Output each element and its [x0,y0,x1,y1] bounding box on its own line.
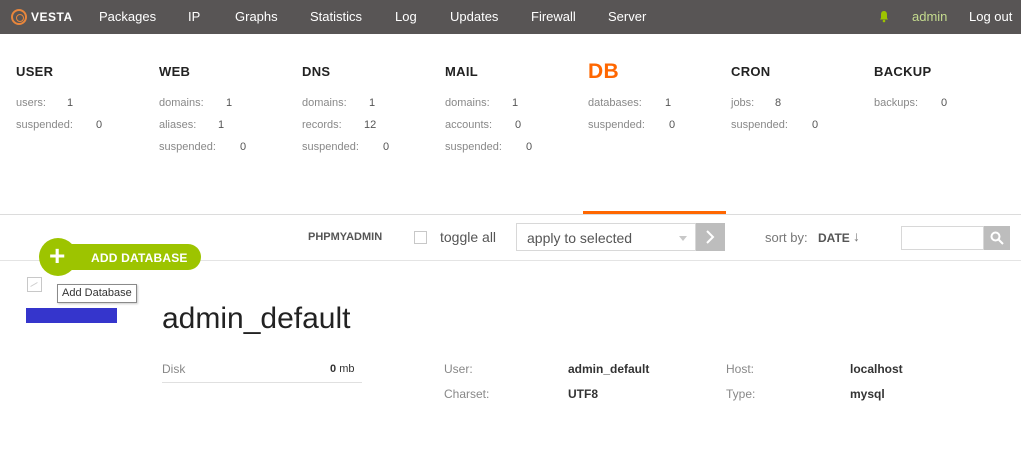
user-menu-admin[interactable]: admin [912,9,947,24]
sort-direction-icon[interactable]: ↓ [853,228,860,244]
stat-tab-mail[interactable]: MAIL domains: 1 accounts: 0 suspended: 0 [445,64,585,153]
chevron-right-icon [706,230,715,244]
stat-row-domains: domains: 1 [159,97,233,109]
stat-row-suspended: suspended: 0 [445,141,533,153]
stat-row-aliases: aliases: 1 [159,119,225,131]
top-navigation-bar: VESTA Packages IP Graphs Statistics Log … [0,0,1021,34]
vesta-logo[interactable]: VESTA [11,7,73,27]
stat-row-domains: domains: 1 [302,97,376,109]
add-database-tooltip: Add Database [57,284,137,303]
host-value: localhost [850,362,903,376]
nav-log[interactable]: Log [395,9,417,24]
database-name[interactable]: admin_default [162,302,350,336]
toggle-all-checkbox[interactable] [414,231,427,244]
search-button[interactable] [984,226,1010,250]
add-database-label: ADD DATABASE [91,251,188,265]
user-label: User: [444,362,473,376]
bulk-action-selected: apply to selected [527,230,633,246]
sort-by-label: sort by: [765,230,808,245]
stat-tab-backup[interactable]: BACKUP backups: 0 [874,64,1014,109]
logout-link[interactable]: Log out [969,9,1012,24]
stat-row-suspended: suspended: 0 [588,119,676,131]
nav-graphs[interactable]: Graphs [235,9,278,24]
vesta-logo-icon [11,9,27,25]
user-value: admin_default [568,362,650,376]
nav-firewall[interactable]: Firewall [531,9,576,24]
search-input[interactable] [901,226,984,250]
stat-title-dns: DNS [302,64,331,79]
stat-title-cron: CRON [731,64,771,79]
type-label: Type: [726,387,756,401]
nav-updates[interactable]: Updates [450,9,498,24]
add-database-button[interactable]: + ADD DATABASE [39,238,201,276]
apply-button[interactable] [696,223,725,251]
stat-row-backups: backups: 0 [874,97,948,109]
stat-tab-cron[interactable]: CRON jobs: 8 suspended: 0 [731,64,871,131]
host-label: Host: [726,362,755,376]
phpmyadmin-link[interactable]: PHPMYADMIN [308,231,382,243]
nav-server[interactable]: Server [608,9,646,24]
stat-title-web: WEB [159,64,191,79]
disk-unit: mb [339,363,355,375]
toggle-all-label[interactable]: toggle all [440,229,496,245]
disk-value: 0 mb [330,363,354,375]
status-indicator [26,308,117,323]
bell-icon[interactable] [879,10,889,23]
stat-row-suspended: suspended: 0 [16,119,103,131]
stat-row-databases: databases: 1 [588,97,672,109]
charset-value: UTF8 [568,387,598,401]
divider [0,214,1021,215]
bulk-action-select[interactable]: apply to selected [516,223,696,251]
nav-packages[interactable]: Packages [99,9,156,24]
row-checkbox[interactable] [27,277,42,292]
nav-ip[interactable]: IP [188,9,200,24]
charset-label: Charset: [444,387,490,401]
stat-row-records: records: 12 [302,119,377,131]
chevron-down-icon [679,236,687,241]
disk-usage-line [162,382,362,383]
stat-title-backup: BACKUP [874,64,932,79]
stat-row-domains: domains: 1 [445,97,519,109]
type-value: mysql [850,387,885,401]
stat-tab-user[interactable]: USER users: 1 suspended: 0 [16,64,156,131]
stat-title-mail: MAIL [445,64,478,79]
stat-row-accounts: accounts: 0 [445,119,522,131]
stat-tab-db[interactable]: DB databases: 1 suspended: 0 [588,60,728,131]
stat-row-jobs: jobs: 8 [731,97,782,109]
stat-title-user: USER [16,64,54,79]
disk-amount: 0 [330,363,337,375]
logo-text: VESTA [31,10,73,24]
sort-by-value[interactable]: DATE [818,231,850,245]
stat-row-suspended: suspended: 0 [159,141,247,153]
stat-row-suspended: suspended: 0 [731,119,819,131]
plus-icon: + [49,240,66,271]
stat-tab-dns[interactable]: DNS domains: 1 records: 12 suspended: 0 [302,64,442,153]
nav-statistics[interactable]: Statistics [310,9,362,24]
stat-row-users: users: 1 [16,97,74,109]
stat-title-db: DB [588,60,619,83]
search-icon [990,231,1004,245]
disk-label: Disk [162,362,186,376]
stat-row-suspended: suspended: 0 [302,141,390,153]
stat-tab-web[interactable]: WEB domains: 1 aliases: 1 suspended: 0 [159,64,299,153]
